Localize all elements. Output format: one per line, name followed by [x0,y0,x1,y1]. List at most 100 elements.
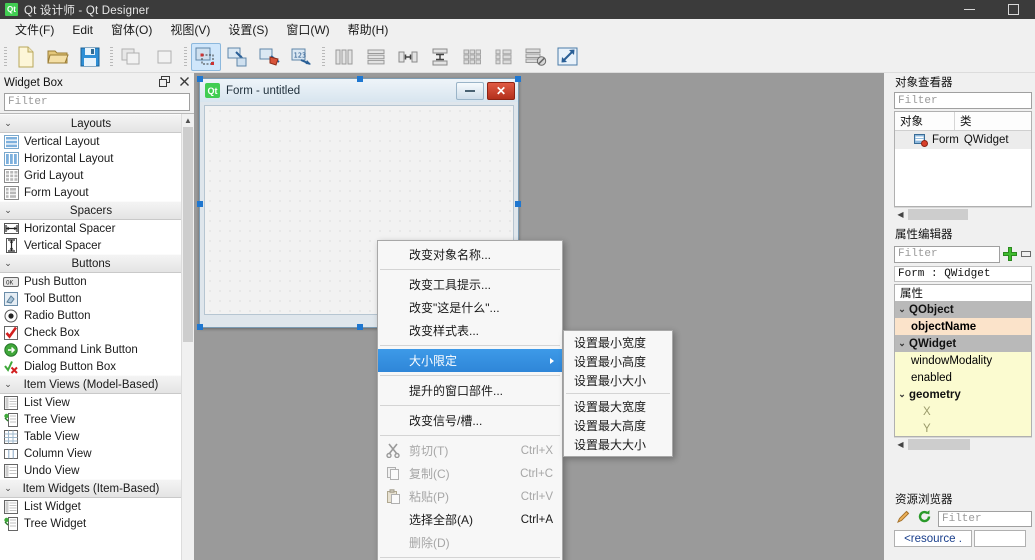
widget-item-tool-button[interactable]: Tool Button [0,290,182,307]
object-inspector-filter-input[interactable]: Filter [894,92,1032,109]
property-editor-filter-input[interactable]: Filter [894,245,1000,263]
table-row[interactable]: Form QWidget [895,131,1031,149]
property-row-enabled[interactable]: enabled [895,369,1031,386]
new-form-button[interactable] [11,43,41,71]
widget-item-dialog-button-box[interactable]: Dialog Button Box [0,358,182,375]
toolbar-grip[interactable] [184,46,187,67]
column-header-class[interactable]: 类 [955,112,1031,130]
widget-item-table-view[interactable]: Table View [0,428,182,445]
hscrollbar-thumb[interactable] [908,209,968,220]
selection-handle-s[interactable] [357,324,363,330]
selection-handle-e[interactable] [515,201,521,207]
property-column-header[interactable]: 属性 [894,284,1032,301]
context-menu-item-change-tooltip[interactable]: 改变工具提示... [378,273,562,296]
widget-category-item-widgets-item-based[interactable]: ⌄ Item Widgets (Item-Based) [0,479,182,498]
context-menu-item-select-all[interactable]: 选择全部(A) Ctrl+A [378,508,562,531]
property-row-windowmodality[interactable]: windowModality [895,352,1031,369]
widget-category-item-views-model-based[interactable]: ⌄ Item Views (Model-Based) [0,375,182,394]
selection-handle-w[interactable] [197,201,203,207]
widget-item-push-button[interactable]: OK Push Button [0,273,182,290]
scroll-up-icon[interactable]: ▲ [182,114,194,126]
property-row-y[interactable]: Y [895,420,1031,436]
widget-item-command-link-button[interactable]: Command Link Button [0,341,182,358]
toolbar-grip[interactable] [322,46,325,67]
chevron-left-icon[interactable]: ◀ [894,210,907,219]
edit-signals-slots-button[interactable] [223,43,253,71]
context-menu-item-change-object-name[interactable]: 改变对象名称... [378,243,562,266]
widget-item-horizontal-spacer[interactable]: Horizontal Spacer [0,220,182,237]
menu-edit[interactable]: Edit [63,20,102,41]
context-menu-item-size-constraints[interactable]: 大小限定 [378,349,562,372]
widget-item-radio-button[interactable]: Radio Button [0,307,182,324]
property-row-geometry[interactable]: ⌄ geometry [895,386,1031,403]
layout-form-button[interactable] [489,43,519,71]
menu-file[interactable]: 文件(F) [6,18,63,42]
property-row-qwidget[interactable]: ⌄ QWidget [895,335,1031,352]
minimize-button[interactable] [947,0,991,19]
selection-handle-sw[interactable] [197,324,203,330]
widget-item-list-widget[interactable]: List Widget [0,498,182,515]
widget-category-buttons[interactable]: ⌄ Buttons [0,254,182,273]
object-inspector-hscrollbar[interactable]: ◀ [894,207,1032,221]
widget-item-list-view[interactable]: List View [0,394,182,411]
undo-button[interactable] [117,43,147,71]
widget-box-filter-input[interactable]: Filter [4,93,190,111]
submenu-item-set-maximum-height[interactable]: 设置最大高度 [564,416,672,435]
context-menu-item-change-stylesheet[interactable]: 改变样式表... [378,319,562,342]
widget-item-check-box[interactable]: Check Box [0,324,182,341]
chevron-left-icon[interactable]: ◀ [894,440,907,449]
hscrollbar-thumb[interactable] [908,439,970,450]
layout-vertical-splitter-button[interactable] [425,43,455,71]
widget-category-layouts[interactable]: ⌄ Layouts [0,114,182,133]
layout-vertically-button[interactable] [361,43,391,71]
reload-icon[interactable] [917,509,932,529]
widget-item-undo-view[interactable]: Undo View [0,462,182,479]
toolbar-grip[interactable] [4,46,7,67]
layout-grid-button[interactable] [457,43,487,71]
form-close-button[interactable]: ✕ [487,82,515,100]
submenu-item-set-minimum-size[interactable]: 设置最小大小 [564,371,672,390]
menu-view[interactable]: 视图(V) [161,18,219,42]
widget-item-tree-view[interactable]: Tree View [0,411,182,428]
maximize-button[interactable] [991,0,1035,19]
pencil-icon[interactable] [896,509,911,529]
selection-handle-n[interactable] [357,76,363,82]
break-layout-button[interactable] [521,43,551,71]
column-header-object[interactable]: 对象 [895,112,955,130]
submenu-item-set-maximum-size[interactable]: 设置最大大小 [564,435,672,454]
widget-box-scrollbar[interactable]: ▲ [181,114,194,560]
resource-browser-filter-input[interactable]: Filter [938,511,1032,527]
context-menu-item-change-whats-this[interactable]: 改变"这是什么"... [378,296,562,319]
context-menu-item-promoted-widgets[interactable]: 提升的窗口部件... [378,379,562,402]
submenu-item-set-minimum-height[interactable]: 设置最小高度 [564,352,672,371]
selection-handle-ne[interactable] [515,76,521,82]
size-constraints-submenu[interactable]: 设置最小宽度 设置最小高度 设置最小大小 设置最大宽度 设置最大高度 设置最大大小 [563,330,673,457]
context-menu-item-change-signals-slots[interactable]: 改变信号/槽... [378,409,562,432]
scrollbar-thumb[interactable] [183,127,193,342]
save-form-button[interactable] [75,43,105,71]
config-icon[interactable] [1020,249,1032,259]
widget-item-column-view[interactable]: Column View [0,445,182,462]
widget-item-vertical-layout[interactable]: Vertical Layout [0,133,182,150]
submenu-item-set-minimum-width[interactable]: 设置最小宽度 [564,333,672,352]
property-row-objectname[interactable]: objectName [895,318,1031,335]
menu-form[interactable]: 窗体(O) [102,18,161,42]
selection-handle-nw[interactable] [197,76,203,82]
widget-item-form-layout[interactable]: Form Layout [0,184,182,201]
form-minimize-button[interactable] [456,82,484,100]
menu-settings[interactable]: 设置(S) [219,18,277,42]
redo-button[interactable] [149,43,179,71]
chevron-down-icon[interactable]: ⌄ [895,304,909,315]
toolbar-grip[interactable] [110,46,113,67]
adjust-size-button[interactable] [553,43,583,71]
property-row-x[interactable]: X [895,403,1031,420]
chevron-down-icon[interactable]: ⌄ [895,389,909,400]
widget-item-vertical-spacer[interactable]: Vertical Spacer [0,237,182,254]
property-row-qobject[interactable]: ⌄ QObject [895,301,1031,318]
edit-tab-order-button[interactable]: 123 [287,43,317,71]
resource-tab-0[interactable]: <resource . [894,530,972,547]
open-form-button[interactable] [43,43,73,71]
menu-help[interactable]: 帮助(H) [339,18,398,42]
edit-widgets-button[interactable] [191,42,221,71]
submenu-item-set-maximum-width[interactable]: 设置最大宽度 [564,397,672,416]
